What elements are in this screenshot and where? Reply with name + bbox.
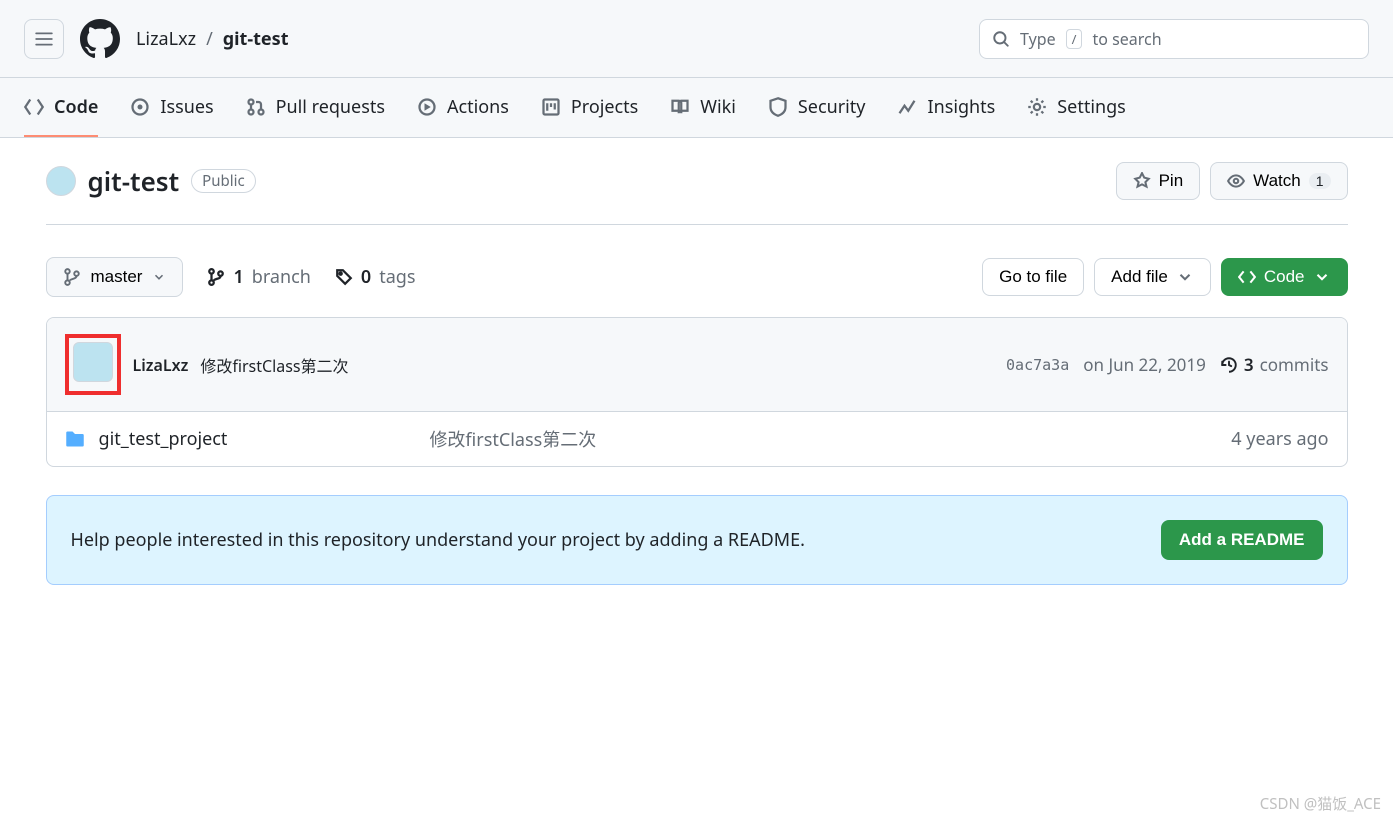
commit-info: LizaLxz 修改firstClass第二次 [65, 334, 349, 395]
search-icon [992, 30, 1010, 48]
commit-message[interactable]: 修改firstClass第二次 [200, 353, 348, 377]
caret-down-icon [152, 270, 166, 284]
issues-icon [130, 97, 150, 117]
readme-prompt-text: Help people interested in this repositor… [71, 528, 805, 552]
add-readme-button[interactable]: Add a README [1161, 520, 1323, 560]
watermark: CSDN @猫饭_ACE [1260, 793, 1381, 814]
repo-avatar [46, 166, 76, 196]
go-to-file-button[interactable]: Go to file [982, 258, 1084, 296]
branch-icon [63, 268, 81, 286]
file-nav: master 1branch 0tags Go to file Add file… [46, 257, 1348, 297]
commit-date[interactable]: on Jun 22, 2019 [1083, 353, 1206, 376]
file-listing: LizaLxz 修改firstClass第二次 0ac7a3a on Jun 2… [46, 317, 1348, 467]
projects-icon [541, 97, 561, 117]
watch-button[interactable]: Watch1 [1210, 162, 1347, 200]
add-file-button[interactable]: Add file [1094, 258, 1211, 296]
hamburger-icon [35, 30, 53, 48]
search-shortcut-key: / [1066, 29, 1083, 49]
repo-title-area: git-test Public [46, 163, 256, 199]
tab-insights[interactable]: Insights [897, 78, 995, 137]
visibility-badge: Public [191, 169, 256, 193]
commit-sha[interactable]: 0ac7a3a [1006, 356, 1069, 374]
author-avatar[interactable] [73, 342, 113, 382]
pr-icon [246, 97, 266, 117]
eye-icon [1227, 172, 1245, 190]
branches-link[interactable]: 1branch [207, 265, 310, 289]
branch-icon [207, 268, 225, 286]
pin-button[interactable]: Pin [1116, 162, 1201, 200]
tab-pull-requests[interactable]: Pull requests [246, 78, 385, 137]
insights-icon [897, 97, 917, 117]
file-age: 4 years ago [1231, 427, 1328, 451]
gear-icon [1027, 97, 1047, 117]
commit-author[interactable]: LizaLxz [133, 354, 189, 376]
repo-name[interactable]: git-test [88, 163, 180, 199]
tags-link[interactable]: 0tags [335, 265, 416, 289]
history-icon [1220, 356, 1238, 374]
github-icon [80, 19, 120, 59]
commit-meta: 0ac7a3a on Jun 22, 2019 3commits [1006, 353, 1328, 376]
code-icon [24, 97, 44, 117]
file-name[interactable]: git_test_project [99, 427, 228, 451]
tab-projects[interactable]: Projects [541, 78, 638, 137]
main-container: git-test Public Pin Watch1 master 1branc… [22, 138, 1372, 609]
tab-security[interactable]: Security [768, 78, 866, 137]
pin-icon [1133, 172, 1151, 190]
tab-issues[interactable]: Issues [130, 78, 213, 137]
repo-tabs: Code Issues Pull requests Actions Projec… [0, 78, 1393, 138]
tab-wiki[interactable]: Wiki [670, 78, 736, 137]
breadcrumb: LizaLxz / git-test [136, 27, 289, 51]
commits-link[interactable]: 3commits [1220, 353, 1329, 376]
latest-commit-row: LizaLxz 修改firstClass第二次 0ac7a3a on Jun 2… [47, 318, 1347, 412]
search-placeholder-prefix: Type [1020, 28, 1056, 50]
wiki-icon [670, 97, 690, 117]
branch-select[interactable]: master [46, 257, 184, 297]
watch-count: 1 [1309, 173, 1331, 189]
breadcrumb-owner[interactable]: LizaLxz [136, 27, 196, 51]
repo-actions: Pin Watch1 [1116, 162, 1348, 200]
breadcrumb-repo[interactable]: git-test [223, 27, 289, 51]
caret-down-icon [1313, 268, 1331, 286]
hamburger-menu[interactable] [24, 19, 64, 59]
file-nav-right: Go to file Add file Code [982, 258, 1347, 296]
folder-icon [65, 429, 85, 449]
tab-actions[interactable]: Actions [417, 78, 509, 137]
code-button[interactable]: Code [1221, 258, 1348, 296]
caret-down-icon [1176, 268, 1194, 286]
repo-header: git-test Public Pin Watch1 [46, 162, 1348, 225]
tab-settings[interactable]: Settings [1027, 78, 1126, 137]
shield-icon [768, 97, 788, 117]
file-commit-message[interactable]: 修改firstClass第二次 [429, 426, 1217, 452]
file-row[interactable]: git_test_project 修改firstClass第二次 4 years… [47, 412, 1347, 466]
main-header: LizaLxz / git-test Type / to search [0, 0, 1393, 78]
tab-code[interactable]: Code [24, 78, 98, 137]
readme-prompt: Help people interested in this repositor… [46, 495, 1348, 585]
github-logo[interactable] [80, 19, 120, 59]
file-nav-left: master 1branch 0tags [46, 257, 416, 297]
highlighted-avatar [65, 334, 121, 395]
tag-icon [335, 268, 353, 286]
breadcrumb-separator: / [206, 27, 213, 51]
search-input[interactable]: Type / to search [979, 19, 1369, 59]
header-left: LizaLxz / git-test [24, 19, 289, 59]
search-placeholder-suffix: to search [1092, 28, 1161, 50]
actions-icon [417, 97, 437, 117]
code-icon [1238, 268, 1256, 286]
